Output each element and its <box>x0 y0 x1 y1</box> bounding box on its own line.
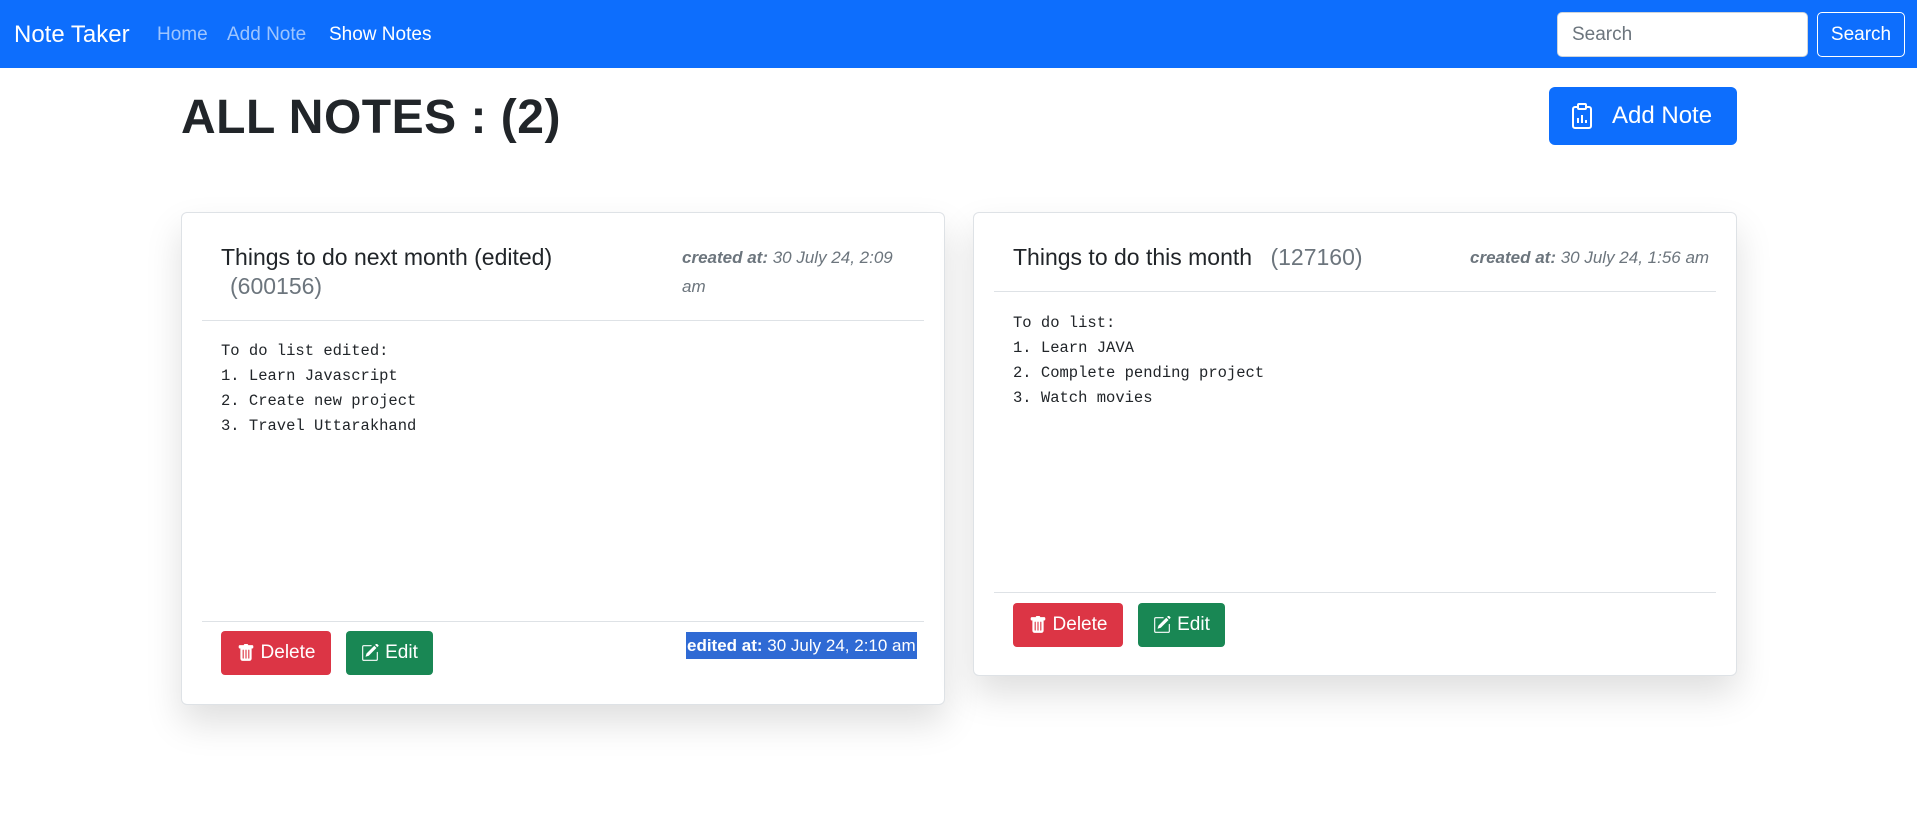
note-card: Things to do next month (edited) (600156… <box>181 212 945 705</box>
note-title-text: Things to do next month (edited) <box>221 244 553 270</box>
delete-button[interactable]: Delete <box>1013 603 1123 647</box>
pencil-square-icon <box>362 644 379 661</box>
divider <box>994 592 1716 593</box>
add-note-button[interactable]: Add Note <box>1549 87 1737 145</box>
created-at-label: created at: <box>1470 248 1556 267</box>
trash-icon <box>1030 616 1045 633</box>
edit-label: Edit <box>385 642 418 663</box>
note-title: Things to do next month (edited) (600156… <box>221 243 621 301</box>
note-body: To do list edited: 1. Learn Javascript 2… <box>221 342 417 435</box>
divider <box>202 320 924 321</box>
edited-at: edited at: 30 July 24, 2:10 am <box>686 632 917 659</box>
edit-label: Edit <box>1177 614 1210 635</box>
nav-link-add-note[interactable]: Add Note <box>227 23 306 47</box>
edited-at-label: edited at: <box>687 636 763 655</box>
clipboard-data-icon <box>1571 103 1593 129</box>
search-input[interactable] <box>1557 12 1808 57</box>
pencil-square-icon <box>1154 616 1171 633</box>
delete-label: Delete <box>1052 614 1108 635</box>
navbar: Note Taker Home Add Note Show Notes Sear… <box>0 0 1917 68</box>
note-card: Things to do this month (127160) created… <box>973 212 1737 676</box>
divider <box>994 291 1716 292</box>
nav-link-show-notes[interactable]: Show Notes <box>329 23 431 47</box>
add-note-label: Add Note <box>1612 102 1713 129</box>
delete-label: Delete <box>260 642 316 663</box>
page-title: ALL NOTES : (2) <box>181 91 561 144</box>
note-title: Things to do this month (127160) <box>1013 243 1363 272</box>
note-id: (600156) <box>230 273 323 299</box>
trash-icon <box>238 644 253 661</box>
created-at: created at: 30 July 24, 2:09 am <box>682 243 912 301</box>
created-at: created at: 30 July 24, 1:56 am <box>1470 243 1710 272</box>
nav-link-home[interactable]: Home <box>157 23 208 47</box>
divider <box>202 621 924 622</box>
search-button[interactable]: Search <box>1817 12 1905 57</box>
note-body: To do list: 1. Learn JAVA 2. Complete pe… <box>1013 314 1265 407</box>
created-at-value: 30 July 24, 1:56 am <box>1560 248 1710 267</box>
created-at-label: created at: <box>682 248 768 267</box>
note-id: (127160) <box>1270 244 1363 270</box>
delete-button[interactable]: Delete <box>221 631 331 675</box>
note-title-text: Things to do this month <box>1013 244 1253 270</box>
brand-link[interactable]: Note Taker <box>14 21 130 49</box>
edit-button[interactable]: Edit <box>1138 603 1225 647</box>
edit-button[interactable]: Edit <box>346 631 433 675</box>
edited-at-value: 30 July 24, 2:10 am <box>767 636 916 655</box>
